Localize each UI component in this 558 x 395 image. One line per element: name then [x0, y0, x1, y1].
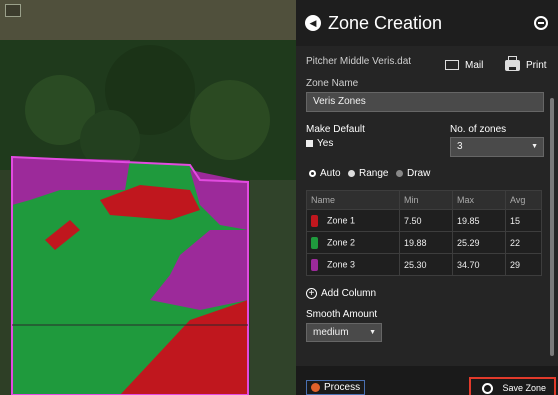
table-row[interactable]: Zone 1 7.50 19.85 15 — [306, 209, 542, 232]
column-header: Max — [452, 190, 506, 210]
back-arrow-icon[interactable]: ◀ — [305, 15, 321, 31]
column-header: Name — [306, 190, 400, 210]
radio-icon — [348, 169, 355, 177]
num-zones-label: No. of zones — [450, 124, 507, 135]
table-row[interactable]: Zone 2 19.88 25.29 22 — [306, 231, 542, 254]
mail-icon — [445, 60, 459, 71]
make-default-option: Yes — [317, 138, 334, 149]
process-button[interactable]: Process — [306, 380, 366, 395]
table-row[interactable]: Zone 3 25.30 34.70 29 — [306, 253, 542, 276]
add-column-button[interactable]: + Add Column — [306, 288, 376, 299]
print-label: Print — [526, 60, 547, 72]
smooth-amount-label: Smooth Amount — [306, 309, 378, 320]
make-default-checkbox[interactable]: Yes — [306, 138, 333, 149]
process-icon — [311, 382, 320, 392]
zone-name-cell: Zone 1 — [327, 214, 356, 225]
min-cell: 7.50 — [399, 209, 453, 232]
chevron-down-icon: ▼ — [531, 143, 538, 150]
zone-color-swatch[interactable] — [311, 236, 318, 249]
zone-color-swatch[interactable] — [311, 214, 318, 227]
column-header: Min — [399, 190, 453, 210]
file-name: Pitcher Middle Veris.dat — [306, 56, 412, 67]
save-icon — [482, 383, 493, 394]
save-zone-button[interactable]: Save Zone — [469, 377, 556, 395]
panel-title: Zone Creation — [328, 13, 443, 33]
process-label: Process — [324, 382, 361, 393]
avg-cell: 15 — [505, 209, 542, 232]
min-cell: 19.88 — [399, 231, 453, 254]
smooth-amount-select[interactable]: medium ▼ — [306, 323, 382, 342]
collapse-icon[interactable] — [534, 16, 548, 30]
table-header-row: Name Min Max Avg — [306, 190, 542, 210]
avg-cell: 22 — [505, 231, 542, 254]
max-cell: 19.85 — [452, 209, 506, 232]
print-button[interactable]: Print — [505, 56, 547, 72]
num-zones-select[interactable]: 3 ▼ — [450, 137, 544, 157]
zone-name-input[interactable]: Veris Zones — [306, 92, 544, 112]
zone-color-swatch[interactable] — [311, 258, 318, 271]
plus-icon: + — [306, 288, 317, 299]
panel-header: ◀ Zone Creation — [296, 0, 558, 46]
make-default-label: Make Default — [306, 124, 365, 135]
radio-icon — [396, 169, 403, 177]
radio-selected-icon — [309, 169, 316, 177]
zone-name-cell: Zone 3 — [327, 258, 356, 269]
map-canvas[interactable] — [0, 0, 296, 395]
checkbox-icon — [306, 139, 313, 147]
max-cell: 25.29 — [452, 231, 506, 254]
mail-button[interactable]: Mail — [445, 60, 483, 71]
num-zones-value: 3 — [457, 141, 463, 152]
zone-table: Name Min Max Avg Zone 1 7.50 19.85 15 Zo… — [306, 190, 542, 276]
chevron-down-icon: ▼ — [369, 329, 376, 336]
add-column-label: Add Column — [321, 288, 377, 300]
zone-creation-panel: ◀ Zone Creation Pitcher Middle Veris.dat… — [296, 0, 558, 395]
max-cell: 34.70 — [452, 253, 506, 276]
save-zone-label: Save Zone — [502, 383, 546, 393]
zone-name-cell: Zone 2 — [327, 236, 356, 247]
mode-draw[interactable]: Draw — [396, 168, 430, 179]
printer-icon — [505, 56, 520, 71]
mail-label: Mail — [465, 60, 484, 71]
avg-cell: 29 — [505, 253, 542, 276]
mode-auto-label: Auto — [320, 168, 341, 179]
column-header: Avg — [505, 190, 542, 210]
map-layer-icon[interactable] — [5, 4, 21, 17]
zone-name-label: Zone Name — [306, 78, 359, 89]
mode-draw-label: Draw — [407, 168, 431, 179]
panel-scrollbar[interactable] — [550, 98, 554, 356]
mode-auto[interactable]: Auto — [309, 168, 341, 179]
smooth-amount-value: medium — [313, 327, 349, 338]
min-cell: 25.30 — [399, 253, 453, 276]
map-view[interactable] — [0, 0, 296, 395]
mode-range[interactable]: Range — [348, 168, 388, 179]
mode-range-label: Range — [359, 168, 389, 179]
